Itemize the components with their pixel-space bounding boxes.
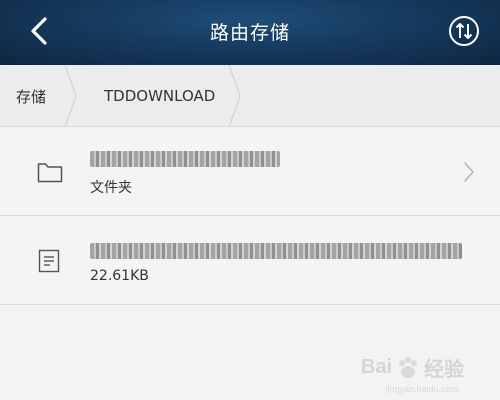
breadcrumb: 存储 TDDOWNLOAD bbox=[0, 65, 500, 127]
file-name-blurred bbox=[90, 243, 462, 259]
file-list: 文件夹 22.61KB bbox=[0, 127, 500, 305]
document-icon bbox=[38, 249, 60, 273]
sort-arrows-icon bbox=[449, 16, 479, 46]
sort-button[interactable] bbox=[448, 15, 480, 47]
folder-icon bbox=[37, 163, 63, 183]
breadcrumb-separator-icon bbox=[64, 65, 77, 127]
breadcrumb-item-tddownload[interactable]: TDDOWNLOAD bbox=[104, 65, 215, 127]
file-size: 22.61KB bbox=[90, 268, 149, 284]
page-title: 路由存储 bbox=[209, 22, 290, 44]
breadcrumb-separator-icon bbox=[228, 65, 241, 127]
paw-icon bbox=[399, 356, 417, 378]
list-item[interactable]: 文件夹 bbox=[0, 127, 500, 216]
watermark-logo: Bai 经验 jingyan.baidu.com bbox=[360, 353, 464, 394]
watermark-url: jingyan.baidu.com bbox=[385, 384, 458, 394]
watermark-text: Bai bbox=[360, 356, 392, 378]
chevron-right-icon bbox=[464, 162, 474, 182]
list-item[interactable]: 22.61KB bbox=[0, 216, 500, 305]
app-header: 路由存储 bbox=[0, 0, 500, 65]
breadcrumb-item-storage[interactable]: 存储 bbox=[16, 65, 46, 127]
watermark-text: 经验 bbox=[424, 359, 464, 381]
file-subtitle: 文件夹 bbox=[90, 180, 132, 196]
file-name-blurred bbox=[90, 151, 280, 167]
